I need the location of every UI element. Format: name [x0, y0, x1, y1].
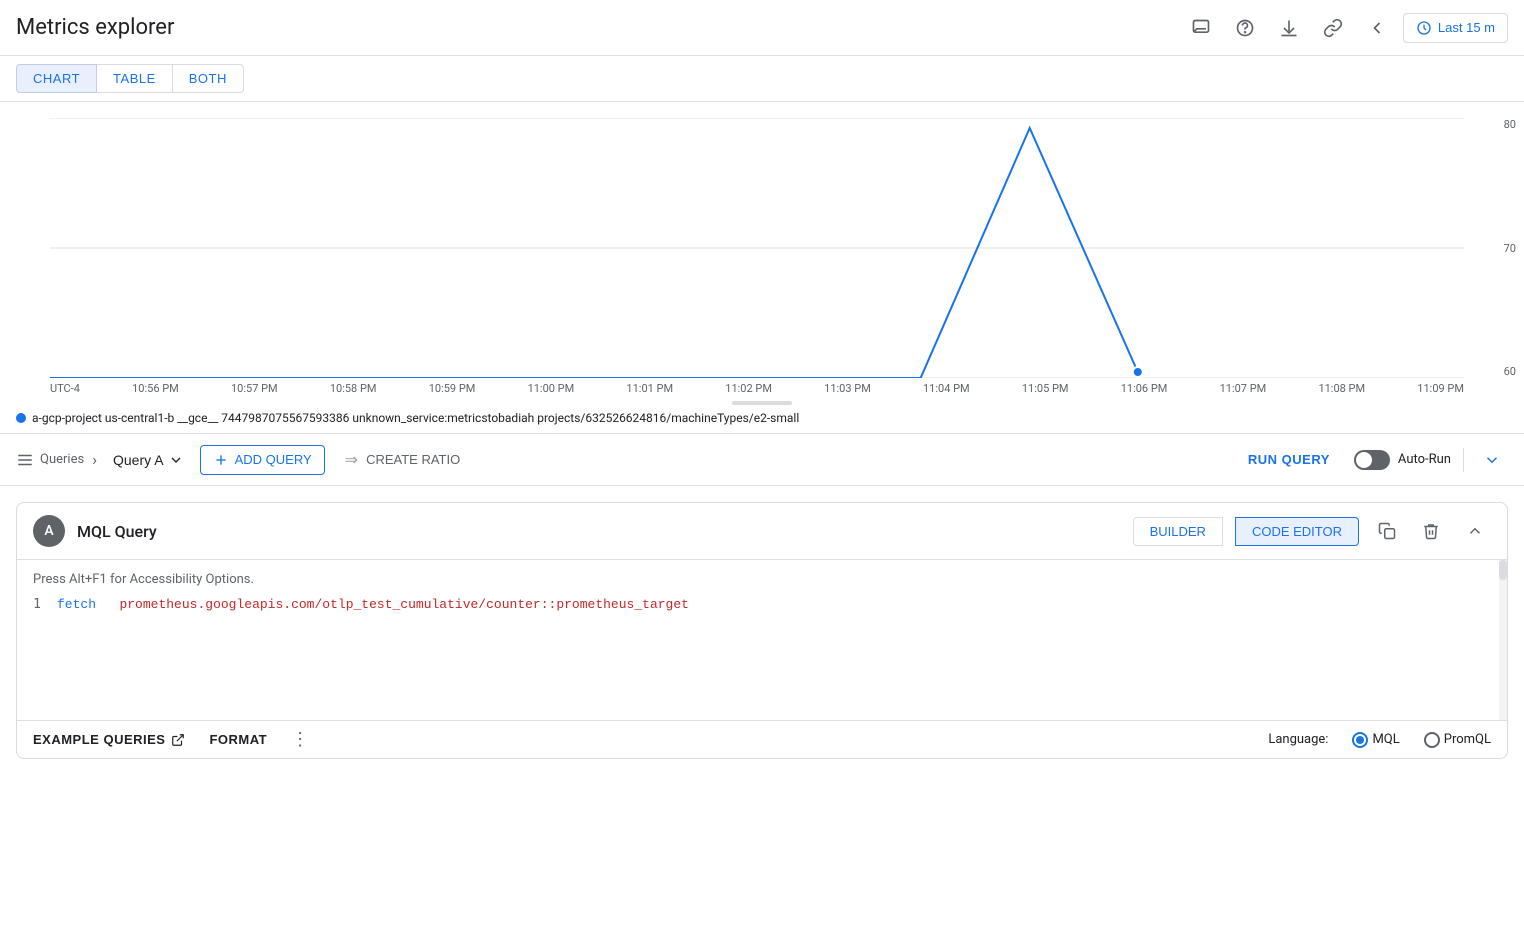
x-label-1106: 11:06 PM: [1121, 382, 1168, 395]
x-label-utc: UTC-4: [50, 382, 80, 395]
y-label-80: 80: [1504, 118, 1516, 131]
x-label-1059: 10:59 PM: [429, 382, 476, 395]
x-label-1103: 11:03 PM: [824, 382, 871, 395]
create-ratio-button[interactable]: ⇒ CREATE RATIO: [333, 444, 473, 476]
help-icon-button[interactable]: [1227, 10, 1263, 46]
tab-table[interactable]: TABLE: [97, 64, 173, 93]
run-query-button[interactable]: RUN QUERY: [1232, 446, 1346, 473]
mql-panel: A MQL Query BUILDER CODE EDITOR Press Al…: [16, 502, 1508, 759]
query-a-dropdown-icon: [168, 452, 184, 468]
x-label-1105: 11:05 PM: [1022, 382, 1069, 395]
delete-query-button[interactable]: [1415, 515, 1447, 547]
language-mql-option[interactable]: MQL: [1352, 732, 1399, 748]
editor-hint: Press Alt+F1 for Accessibility Options.: [17, 572, 1507, 595]
more-dots-icon: ⋮: [291, 729, 309, 749]
create-ratio-arrow-icon: ⇒: [345, 450, 360, 470]
x-label-1102: 11:02 PM: [725, 382, 772, 395]
collapse-mql-button[interactable]: [1459, 515, 1491, 547]
x-label-1100: 11:00 PM: [528, 382, 575, 395]
mql-radio-selected: [1352, 732, 1368, 748]
code-editor-button[interactable]: CODE EDITOR: [1235, 517, 1359, 546]
x-label-1108: 11:08 PM: [1318, 382, 1365, 395]
chart-area: 80 70 60 UTC-4 10:56 PM 10:57 PM 10:58 P…: [0, 102, 1524, 434]
add-query-plus-icon: [213, 452, 229, 468]
delete-icon: [1422, 522, 1440, 540]
query-a-button[interactable]: Query A: [105, 448, 192, 472]
mql-panel-footer: EXAMPLE QUERIES FORMAT ⋮ Language: MQL P…: [17, 720, 1507, 758]
y-label-70: 70: [1504, 242, 1516, 255]
x-label-1107: 11:07 PM: [1220, 382, 1267, 395]
x-axis: UTC-4 10:56 PM 10:57 PM 10:58 PM 10:59 P…: [0, 378, 1524, 399]
tab-chart[interactable]: CHART: [16, 64, 97, 93]
legend-text: a-gcp-project us-central1-b __gce__ 7447…: [32, 411, 799, 425]
x-label-1101: 11:01 PM: [626, 382, 673, 395]
builder-button[interactable]: BUILDER: [1133, 517, 1223, 546]
promql-radio-empty: [1424, 732, 1440, 748]
feedback-icon-button[interactable]: [1183, 10, 1219, 46]
x-label-1057: 10:57 PM: [231, 382, 278, 395]
chevron-up-icon: [1466, 522, 1484, 540]
auto-run-label: Auto-Run: [1398, 452, 1451, 467]
mql-panel-header: A MQL Query BUILDER CODE EDITOR: [17, 503, 1507, 560]
chart-scrollbar[interactable]: [0, 399, 1524, 407]
code-value: prometheus.googleapis.com/otlp_test_cumu…: [119, 597, 689, 612]
query-bar: Queries › Query A ADD QUERY ⇒ CREATE RAT…: [0, 434, 1524, 486]
editor-line-1: 1 fetch prometheus.googleapis.com/otlp_t…: [17, 595, 1507, 614]
code-keyword: fetch: [57, 597, 96, 612]
header-actions: Last 15 m: [1183, 10, 1508, 46]
queries-label: Queries: [16, 451, 84, 469]
mql-panel-title: MQL Query: [77, 522, 1121, 541]
line-number-1: 1: [17, 597, 57, 612]
mql-radio-dot: [1356, 736, 1364, 744]
line-content-1: fetch prometheus.googleapis.com/otlp_tes…: [57, 597, 689, 612]
divider: [1463, 448, 1464, 472]
chart-wrapper: 80 70 60: [0, 118, 1524, 378]
promql-radio-label: PromQL: [1444, 732, 1491, 747]
mql-editor[interactable]: Press Alt+F1 for Accessibility Options. …: [17, 560, 1507, 720]
x-label-1109: 11:09 PM: [1417, 382, 1464, 395]
add-query-button[interactable]: ADD QUERY: [200, 445, 325, 475]
language-promql-option[interactable]: PromQL: [1424, 732, 1491, 748]
auto-run-knob: [1356, 452, 1372, 468]
link-icon-button[interactable]: [1315, 10, 1351, 46]
external-link-icon: [171, 733, 185, 747]
copy-icon: [1378, 522, 1396, 540]
chart-legend: a-gcp-project us-central1-b __gce__ 7447…: [0, 407, 1524, 433]
tab-both[interactable]: BOTH: [173, 64, 244, 93]
editor-scrollbar-thumb: [1499, 560, 1507, 580]
x-label-1058: 10:58 PM: [330, 382, 377, 395]
example-queries-button[interactable]: EXAMPLE QUERIES: [33, 732, 185, 747]
editor-scrollbar[interactable]: [1499, 560, 1507, 720]
mql-radio-label: MQL: [1372, 732, 1399, 747]
breadcrumb-chevron: ›: [92, 450, 97, 469]
legend-dot: [16, 413, 26, 423]
query-avatar: A: [33, 515, 65, 547]
format-button[interactable]: FORMAT: [209, 732, 267, 747]
time-range-label: Last 15 m: [1438, 20, 1495, 35]
auto-run-track[interactable]: [1354, 450, 1390, 470]
queries-icon: [16, 451, 34, 469]
scrollbar-thumb[interactable]: [732, 401, 792, 405]
collapse-queries-button[interactable]: [1476, 444, 1508, 476]
app-header: Metrics explorer: [0, 0, 1524, 56]
x-label-1056: 10:56 PM: [132, 382, 179, 395]
collapse-panel-button[interactable]: [1359, 10, 1395, 46]
language-label: Language:: [1268, 732, 1328, 747]
auto-run-toggle: Auto-Run: [1354, 450, 1451, 470]
x-label-1104: 11:04 PM: [923, 382, 970, 395]
copy-query-button[interactable]: [1371, 515, 1403, 547]
time-range-button[interactable]: Last 15 m: [1403, 13, 1508, 43]
chart-svg: [50, 118, 1464, 378]
page-title: Metrics explorer: [16, 15, 174, 40]
y-axis-labels: 80 70 60: [1504, 118, 1516, 378]
download-icon-button[interactable]: [1271, 10, 1307, 46]
y-label-60: 60: [1504, 365, 1516, 378]
more-options-button[interactable]: ⋮: [291, 729, 309, 750]
view-tabs-bar: CHART TABLE BOTH: [0, 56, 1524, 102]
